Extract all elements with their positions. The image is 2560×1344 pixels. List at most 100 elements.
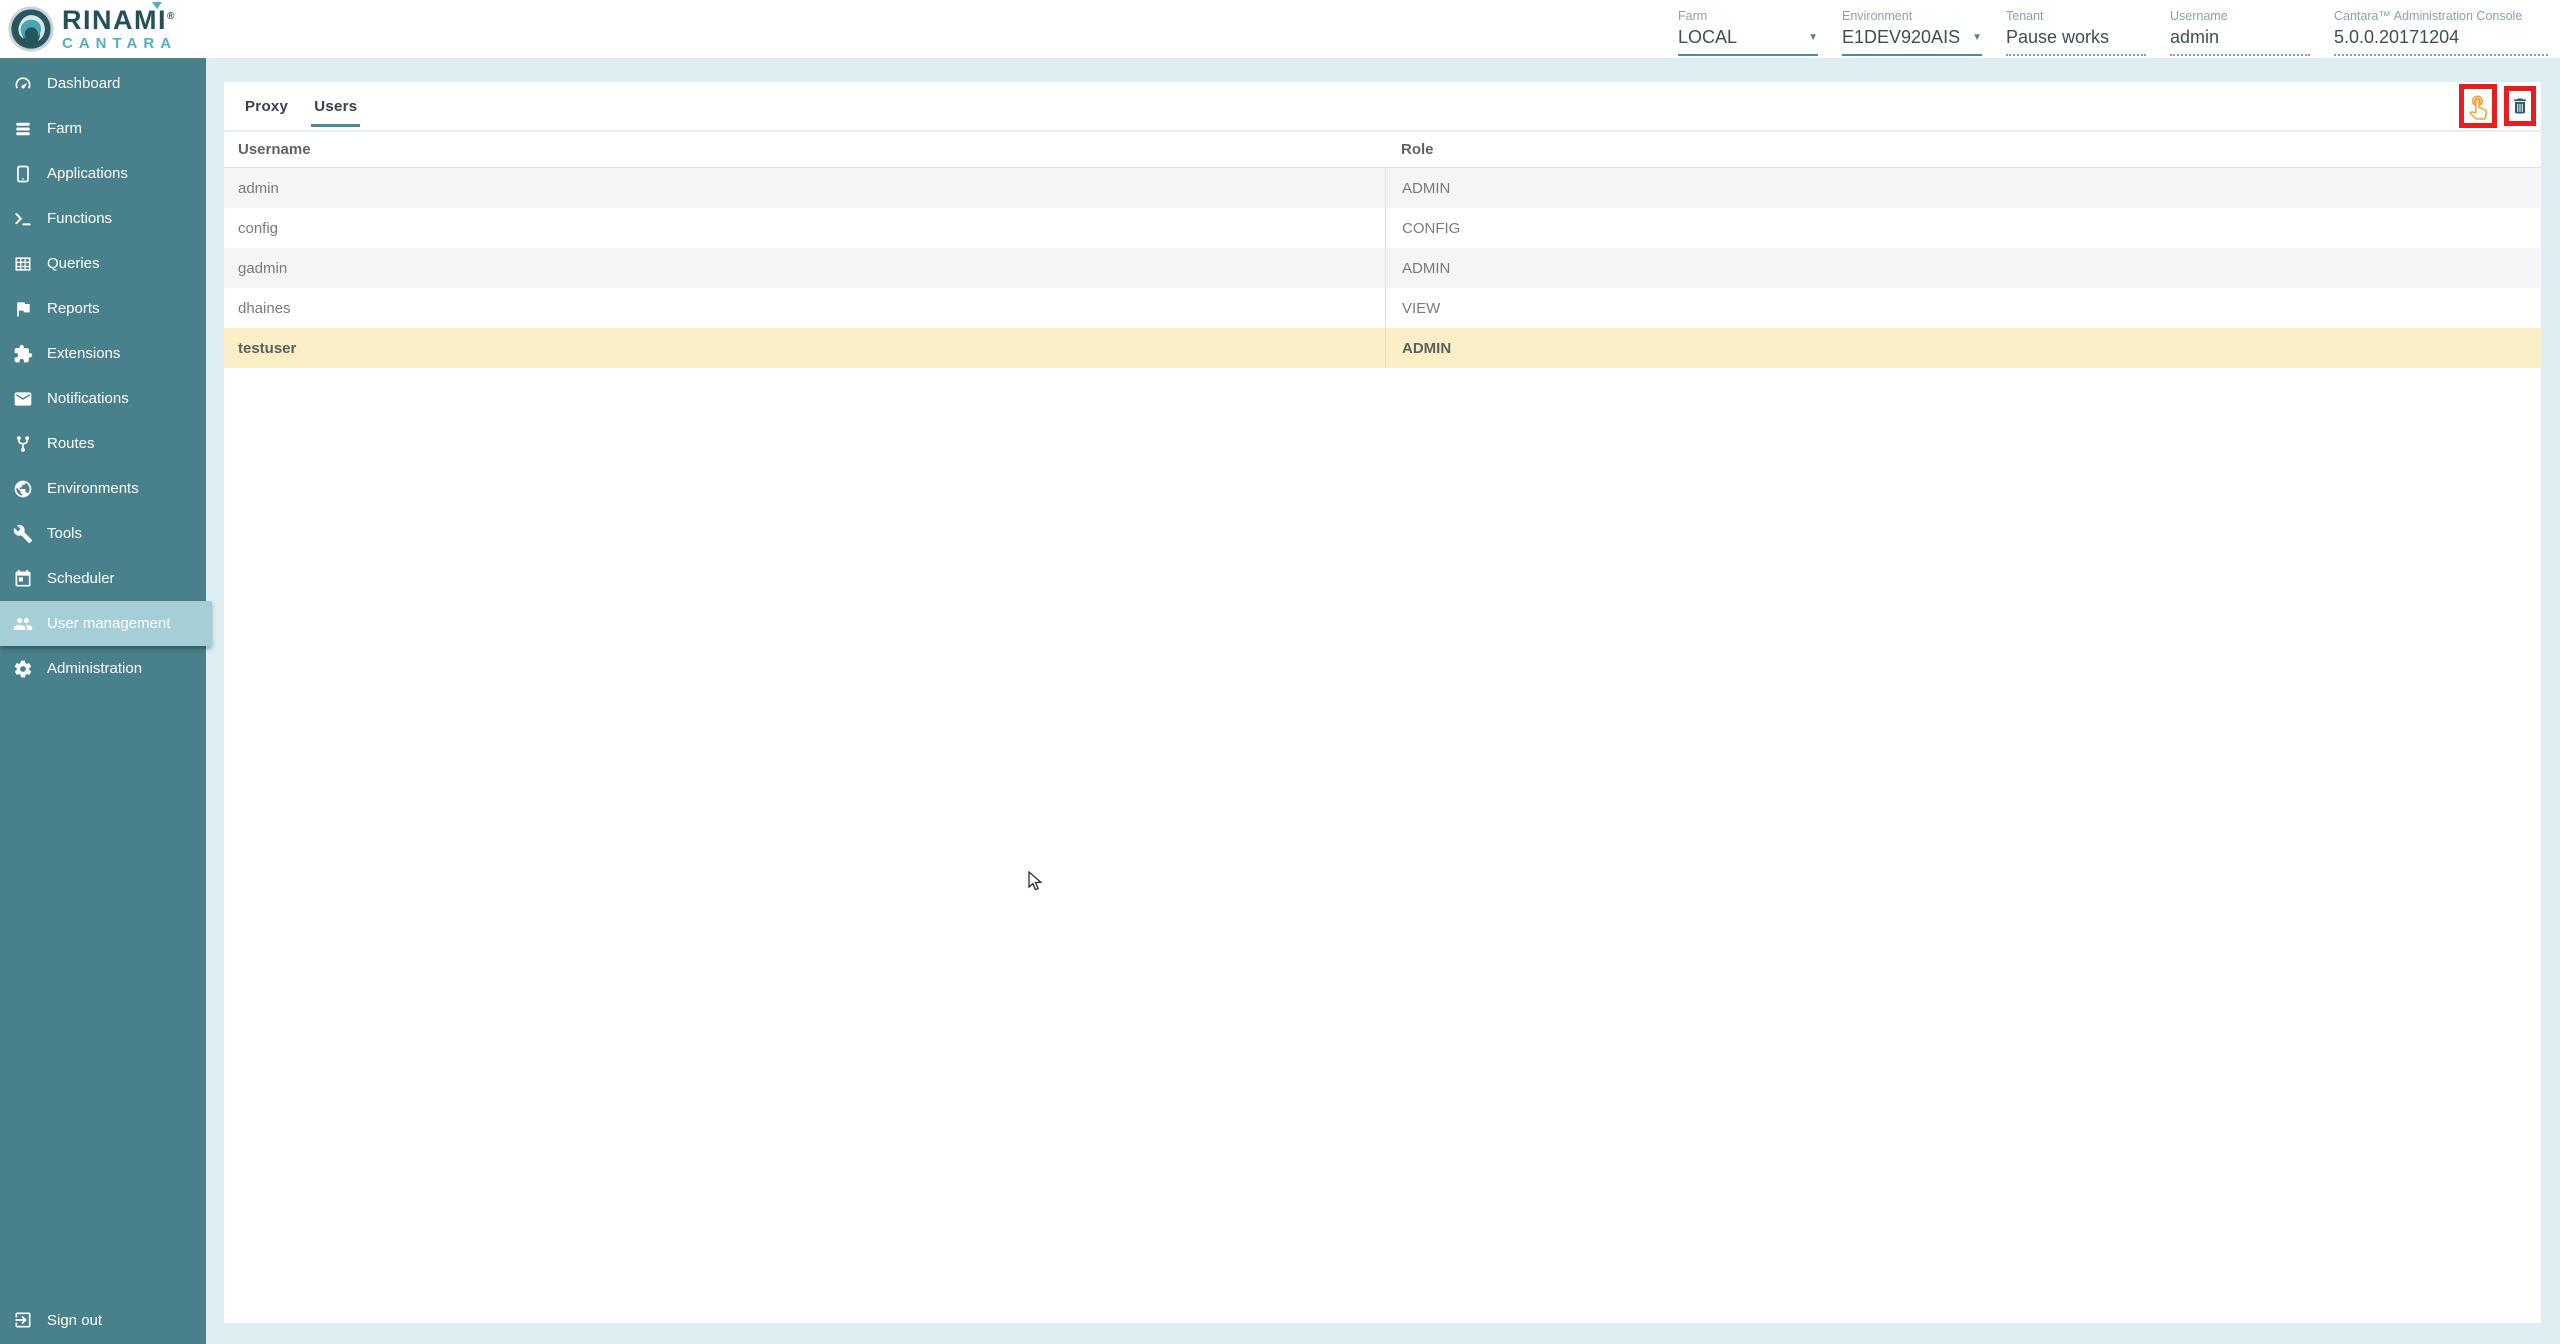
users-table-body: adminADMINconfigCONFIGgadminADMINdhaines… <box>224 168 2541 368</box>
topbar-fields: Farm LOCAL▼ Environment E1DEV920AIS ▼ Tenant P… <box>1678 9 2548 56</box>
globe-icon <box>13 479 33 499</box>
field-value-text: Pause works <box>2006 27 2109 48</box>
sidebar-item-label: Dashboard <box>47 75 120 92</box>
cell-username: testuser <box>224 328 1385 368</box>
sidebar-item-label: Queries <box>47 255 100 272</box>
topbar-field-environment: Environment E1DEV920AIS ▼ <box>1842 9 1982 56</box>
gear-icon <box>13 659 33 679</box>
sidebar-item-scheduler[interactable]: Scheduler <box>0 556 206 601</box>
touch-action-button[interactable] <box>2459 84 2497 128</box>
field-value-text: E1DEV920AIS <box>1842 27 1960 48</box>
cell-role: VIEW <box>1385 288 2541 328</box>
sidebar-item-reports[interactable]: Reports <box>0 286 206 331</box>
brand-name: RINAMI® <box>62 7 177 34</box>
tab-proxy[interactable]: Proxy <box>242 82 291 130</box>
tab-users[interactable]: Users <box>311 82 360 130</box>
sidebar: Dashboard Farm Applications Functions Querie… <box>0 58 206 1344</box>
sidebar-item-queries[interactable]: Queries <box>0 241 206 286</box>
chevron-down-icon: ▼ <box>1972 32 1982 43</box>
table-grid-icon <box>13 254 33 274</box>
column-header-username: Username <box>224 141 1385 158</box>
table-row-testuser[interactable]: testuserADMIN <box>224 328 2541 368</box>
content-area: ProxyUsers Username Role adminADMINconfi… <box>206 58 2560 1344</box>
cell-username: admin <box>224 168 1385 208</box>
sidebar-item-functions[interactable]: Functions <box>0 196 206 241</box>
field-value-text: 5.0.0.20171204 <box>2334 27 2459 48</box>
cell-role: ADMIN <box>1385 328 2541 368</box>
card-actions <box>2459 84 2541 128</box>
sidebar-item-label: Functions <box>47 210 112 227</box>
user-management-card: ProxyUsers Username Role adminADMINconfi… <box>224 82 2541 1323</box>
cell-username: gadmin <box>224 248 1385 288</box>
sidebar-item-environments[interactable]: Environments <box>0 466 206 511</box>
sign-out-button[interactable]: Sign out <box>0 1296 206 1344</box>
sidebar-item-routes[interactable]: Routes <box>0 421 206 466</box>
sidebar-item-label: Extensions <box>47 345 120 362</box>
sign-out-label: Sign out <box>47 1312 102 1329</box>
calendar-icon <box>13 569 33 589</box>
sidebar-item-administration[interactable]: Administration <box>0 646 206 691</box>
field-label: Tenant <box>2006 9 2146 23</box>
sidebar-item-label: Applications <box>47 165 128 182</box>
cell-role: ADMIN <box>1385 248 2541 288</box>
sidebar-item-extensions[interactable]: Extensions <box>0 331 206 376</box>
sidebar-item-farm[interactable]: Farm <box>0 106 206 151</box>
cell-role: ADMIN <box>1385 168 2541 208</box>
cell-role: CONFIG <box>1385 208 2541 248</box>
field-text-value: 5.0.0.20171204 <box>2334 27 2548 56</box>
users-table-header: Username Role <box>224 132 2541 168</box>
rinami-cantara-logo: RINAMI® CANTARA <box>8 5 177 53</box>
topbar-field-tenant: Tenant Pause works <box>2006 9 2146 56</box>
sidebar-item-dashboard[interactable]: Dashboard <box>0 61 206 106</box>
sidebar-item-label: User management <box>47 615 170 632</box>
field-text-value: Pause works <box>2006 27 2146 56</box>
field-text-value: admin <box>2170 27 2310 56</box>
hand-pointer-icon <box>2465 91 2491 121</box>
topbar-field-farm: Farm LOCAL▼ <box>1678 9 1818 56</box>
sidebar-item-notifications[interactable]: Notifications <box>0 376 206 421</box>
wrench-icon <box>13 524 33 544</box>
cell-username: dhaines <box>224 288 1385 328</box>
topbar-field-cantara-administration-console: Cantara™ Administration Console 5.0.0.201… <box>2334 9 2548 56</box>
sidebar-item-label: Scheduler <box>47 570 115 587</box>
rinami-logo-icon <box>8 6 54 52</box>
field-value-text: admin <box>2170 27 2219 48</box>
mouse-cursor <box>1025 870 1047 894</box>
tablet-icon <box>13 164 33 184</box>
field-label: Farm <box>1678 9 1818 23</box>
users-icon <box>13 614 33 634</box>
delete-action-button[interactable] <box>2504 86 2536 126</box>
sidebar-item-applications[interactable]: Applications <box>0 151 206 196</box>
tab-bar: Proxy Users <box>224 82 360 130</box>
card-header: Proxy Users <box>224 82 2541 132</box>
gauge-icon <box>13 74 33 94</box>
column-header-role: Role <box>1385 141 2541 158</box>
brand-name-text: RINAMI <box>62 5 167 35</box>
sidebar-item-label: Environments <box>47 480 139 497</box>
brand-accent-triangle-icon <box>152 2 162 9</box>
terminal-icon <box>13 209 33 229</box>
field-label: Cantara™ Administration Console <box>2334 9 2548 23</box>
sidebar-item-user-management[interactable]: User management <box>0 601 212 646</box>
field-value-text: LOCAL <box>1678 27 1737 48</box>
cell-username: config <box>224 208 1385 248</box>
field-select[interactable]: LOCAL▼ <box>1678 27 1818 56</box>
topbar: RINAMI® CANTARA FarmLOCAL▼EnvironmentE1D… <box>0 0 2560 58</box>
table-row-gadmin[interactable]: gadminADMIN <box>224 248 2541 288</box>
field-label: Environment <box>1842 9 1982 23</box>
brand-text: RINAMI® CANTARA <box>62 7 177 51</box>
sidebar-item-label: Routes <box>47 435 95 452</box>
table-row-dhaines[interactable]: dhainesVIEW <box>224 288 2541 328</box>
sidebar-item-tools[interactable]: Tools <box>0 511 206 556</box>
sidebar-nav: Dashboard Farm Applications Functions Querie… <box>0 61 206 691</box>
registered-mark: ® <box>167 11 176 22</box>
topbar-field-username: Usernameadmin <box>2170 9 2310 56</box>
sidebar-item-label: Reports <box>47 300 100 317</box>
table-row-admin[interactable]: adminADMIN <box>224 168 2541 208</box>
table-row-config[interactable]: configCONFIG <box>224 208 2541 248</box>
mail-icon <box>13 389 33 409</box>
puzzle-icon <box>13 344 33 364</box>
sidebar-item-label: Farm <box>47 120 82 137</box>
field-select[interactable]: E1DEV920AIS ▼ <box>1842 27 1982 56</box>
server-icon <box>13 119 33 139</box>
